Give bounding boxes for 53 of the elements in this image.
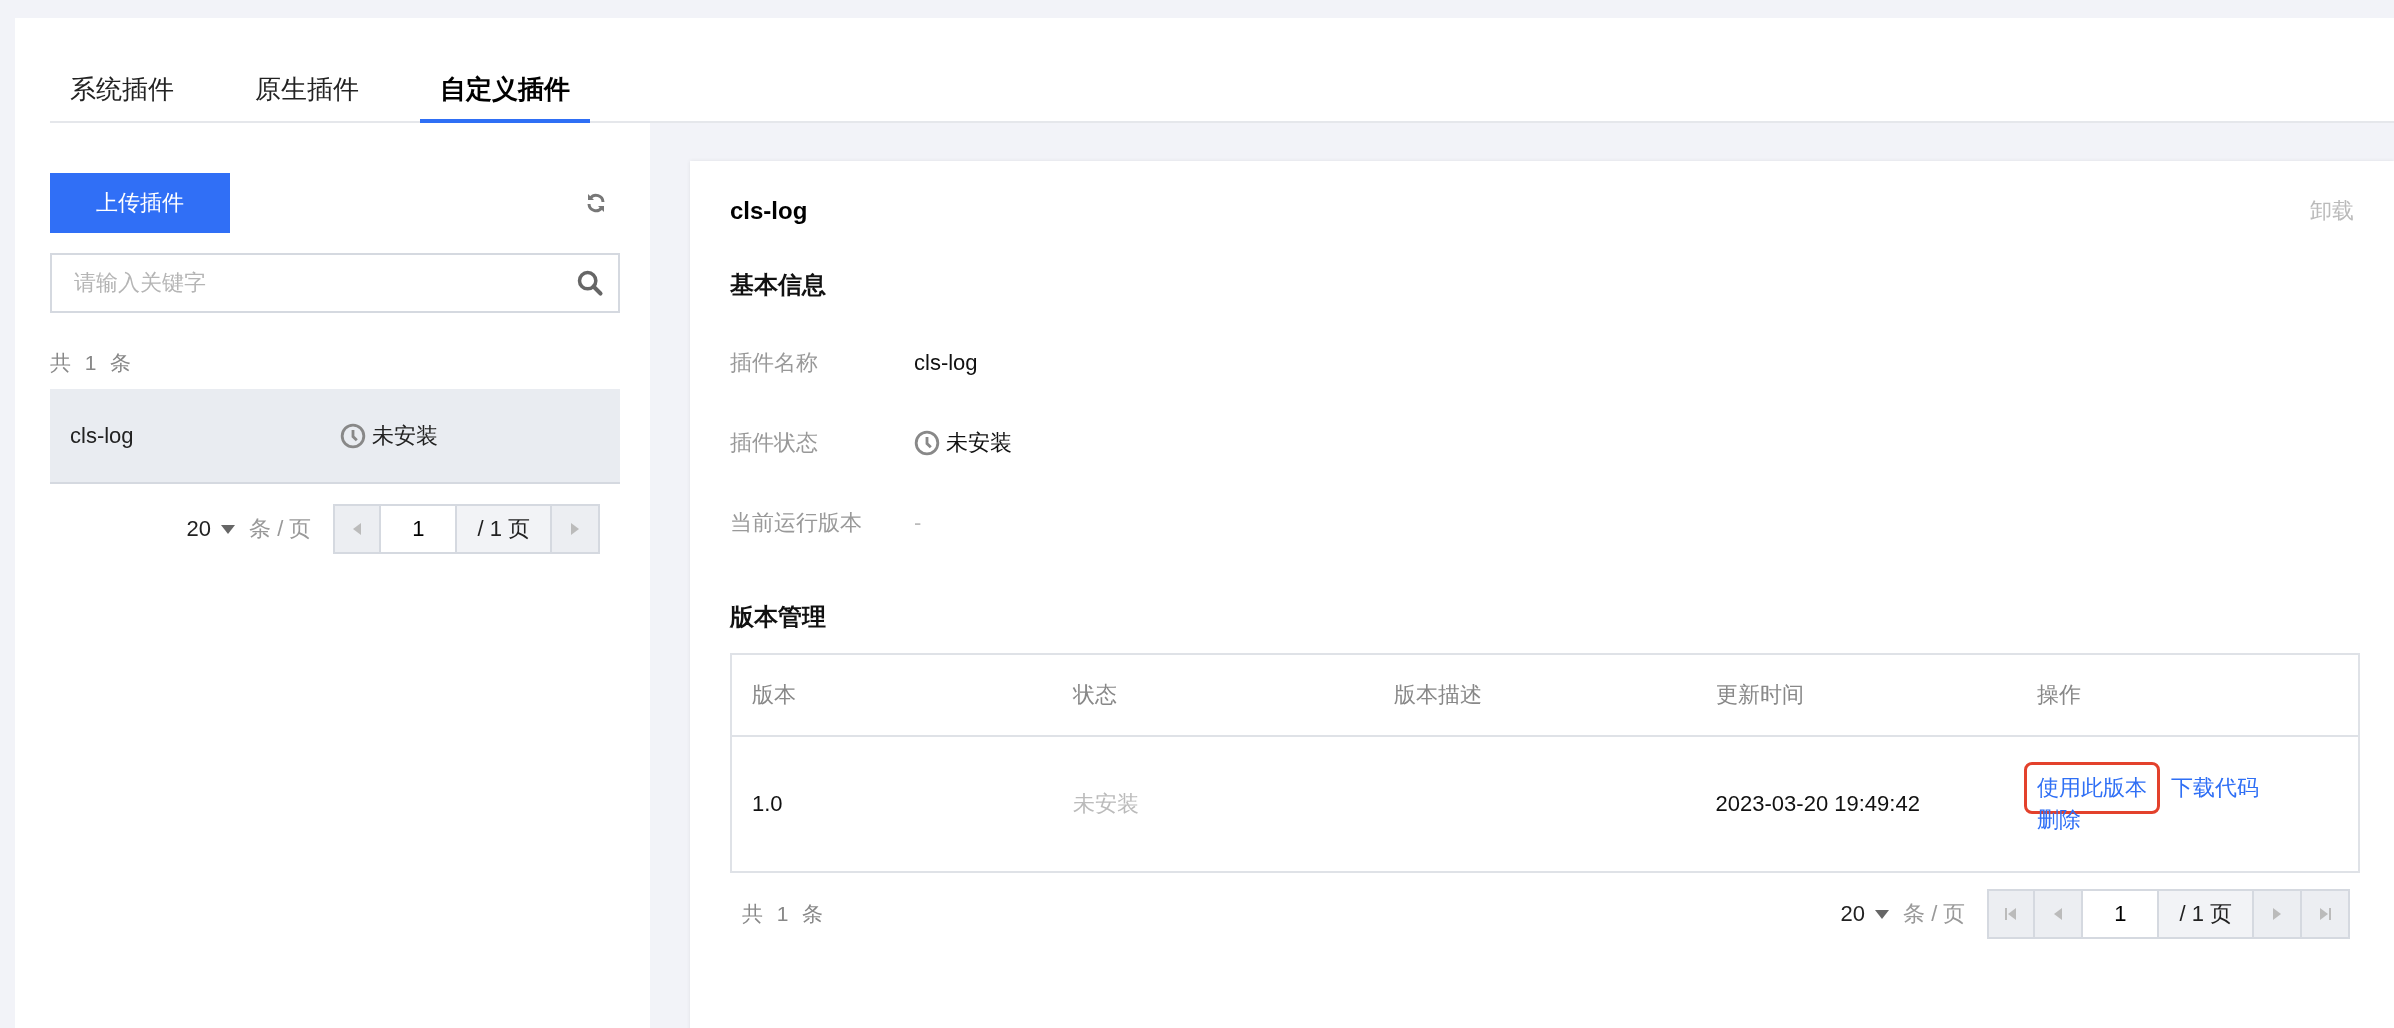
action-link[interactable]: 下载代码 [2170,773,2259,803]
last-page-button[interactable] [2302,889,2350,939]
previous-page-button[interactable] [333,504,382,554]
total-count: 共 1 条 [742,901,824,927]
tab[interactable]: 系统插件 [50,72,194,123]
right-triangle-icon [570,522,580,536]
total-pages-label: / 1 页 [2159,889,2254,939]
tab[interactable]: 自定义插件 [420,72,590,123]
plugin-status: 未安装 [372,421,438,450]
per-page-label: 条 / 页 [249,515,312,543]
search-icon [576,269,604,297]
section-heading: 版本管理 [730,602,827,632]
upload-plugin-button[interactable]: 上传插件 [50,173,230,233]
column-header: 状态 [1073,681,1119,709]
left-triangle-icon [2053,907,2064,921]
first-page-icon [2005,907,2018,921]
field-label: 插件名称 [730,349,819,377]
plugin-list-item[interactable]: cls-log 未安装 [50,389,620,484]
column-header: 更新时间 [1715,681,1805,709]
column-header: 版本描述 [1394,681,1484,709]
column-header: 版本 [752,681,797,709]
page-size-select[interactable]: 20 [1840,901,1890,927]
tab[interactable]: 原生插件 [235,72,379,123]
page-number-input[interactable]: 1 [381,504,458,554]
clock-icon [914,430,940,456]
right-triangle-icon [2272,907,2282,921]
total-count: 共 1 条 [50,350,132,376]
section-heading: 基本信息 [730,270,827,300]
previous-page-button[interactable] [2035,889,2084,939]
field-label: 插件状态 [730,429,819,457]
table-cell-text: 2023-03-20 19:49:42 [1715,791,1921,817]
search-field[interactable]: 请输入关键字 [50,253,620,313]
field-value: 未安装 [946,429,1012,457]
field-value: cls-log [914,350,978,376]
first-page-button[interactable] [1987,889,2036,939]
dropdown-caret-icon [1875,909,1890,919]
clock-icon [340,422,366,449]
page-number-input[interactable]: 1 [2083,889,2160,939]
plugin-title: cls-log [730,197,808,225]
page-size-select[interactable]: 20 [186,516,236,542]
column-header: 操作 [2036,681,2082,709]
table-cell-text: 未安装 [1073,790,1141,818]
field-value: - [914,510,922,536]
last-page-icon [2319,907,2331,921]
table-cell-text: 1.0 [752,791,784,817]
plugin-name: cls-log [70,422,135,449]
next-page-button[interactable] [2254,889,2302,939]
total-pages-label: / 1 页 [457,504,552,554]
field-label: 当前运行版本 [730,509,863,537]
per-page-label: 条 / 页 [1903,900,1966,928]
dropdown-caret-icon [221,524,236,534]
left-triangle-icon [352,522,363,536]
next-page-button[interactable] [552,504,600,554]
